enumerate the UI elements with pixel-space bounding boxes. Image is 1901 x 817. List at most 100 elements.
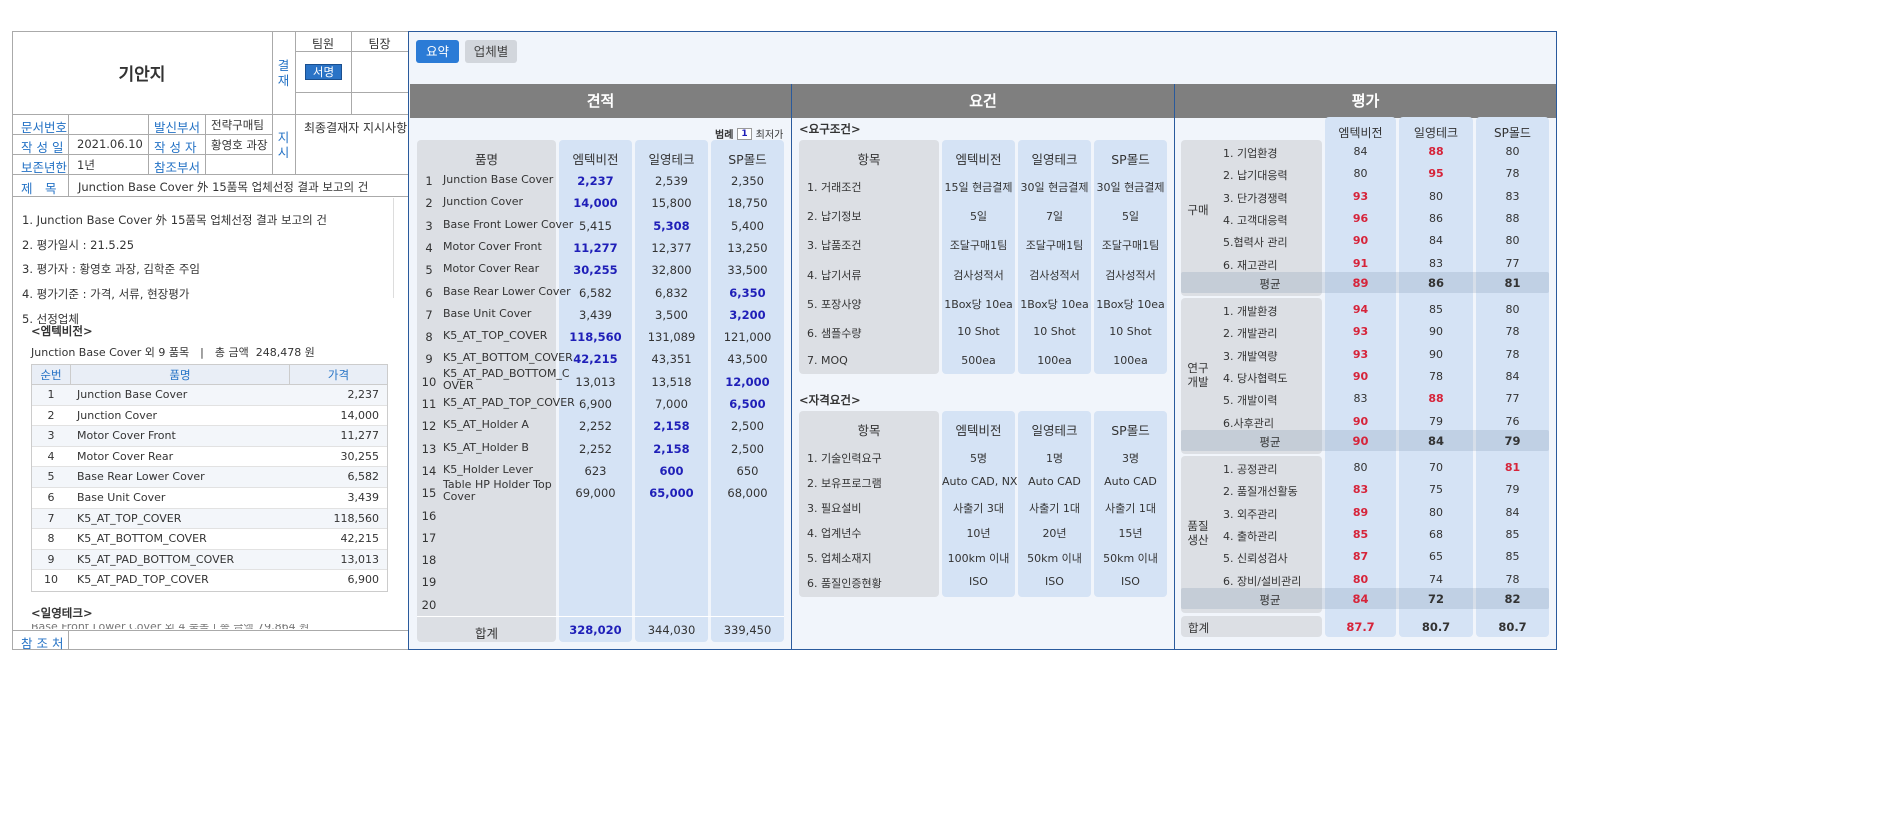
- quote-header-vendor3: SP몰드: [728, 152, 767, 167]
- req-cell: 1. 기술인력요구: [807, 452, 882, 465]
- req-cell: 조달구매1팀: [1101, 239, 1160, 253]
- eval-item-label: 3. 외주관리: [1223, 507, 1278, 521]
- quote-row-item-name: Table HP Holder Top Cover: [443, 478, 552, 504]
- tab-by-vendor[interactable]: 업체별: [465, 40, 517, 63]
- section-divider: [1174, 84, 1175, 649]
- eval-item-label: 5. 개발이력: [1223, 394, 1278, 408]
- body-line: 2. 평가일시 : 21.5.25: [22, 237, 135, 252]
- quote-total-cell: 344,030: [647, 623, 696, 637]
- req-header: 항목: [857, 152, 881, 167]
- eval-score-cell: 81: [1504, 461, 1521, 474]
- document-title: 기안지: [118, 65, 166, 85]
- eval-item-label: 6. 재고관리: [1223, 258, 1278, 272]
- eval-score-cell: 78: [1505, 167, 1520, 181]
- quote-row-item-name: Junction Base Cover: [443, 173, 554, 186]
- eval-avg-cell: 90: [1352, 434, 1369, 448]
- req-cell: 100km 이내: [947, 552, 1010, 565]
- req-cell: 사출기 3대: [953, 502, 1004, 515]
- tab-summary[interactable]: 요약: [416, 40, 459, 63]
- quote-price-cell: 5,308: [653, 218, 690, 233]
- req-cell: ISO: [1045, 575, 1064, 588]
- eval-item-label: 5.협력사 관리: [1223, 236, 1288, 250]
- quote-price-cell: 3,500: [655, 307, 688, 322]
- eval-item-label: 5. 신뢰성검사: [1223, 552, 1288, 566]
- section-evaluation-header: 평가: [1175, 84, 1556, 118]
- quote-price-cell: 2,500: [731, 419, 764, 434]
- eval-score-cell: 90: [1352, 234, 1369, 248]
- quote-row-item-name: Junction Cover: [443, 195, 524, 209]
- vendor-table-row: 3 Motor Cover Front 11,277: [32, 426, 387, 447]
- eval-score-cell: 74: [1429, 572, 1443, 586]
- req-cell: 사출기 1대: [1105, 502, 1156, 515]
- quote-row-number: 17: [421, 530, 437, 545]
- quote-price-cell: 2,500: [731, 441, 764, 456]
- req-header: 일영테크: [1031, 152, 1078, 167]
- quote-price-cell: 6,832: [655, 285, 688, 300]
- eval-item-label: 2. 개발관리: [1223, 327, 1278, 341]
- row-item-name: Base Rear Lower Cover: [77, 470, 205, 484]
- req-header: 엠텍비전: [955, 152, 1002, 167]
- quote-row-number: 15: [421, 486, 437, 501]
- section-quote-header: 견적: [410, 84, 791, 118]
- row-price: 30,255: [340, 449, 380, 463]
- req-cell: 30일 현금결제: [1096, 181, 1165, 194]
- clipped-text: Base Front Lower Cover 외 4 품목 | 총 금액 79,…: [31, 624, 331, 629]
- eval-item-label: 3. 단가경쟁력: [1223, 191, 1288, 205]
- eval-score-cell: 80: [1353, 461, 1368, 474]
- eval-score-cell: 84: [1505, 505, 1520, 519]
- eval-score-cell: 83: [1352, 483, 1369, 497]
- eval-score-cell: 65: [1429, 550, 1443, 564]
- eval-avg-cell: 84: [1352, 592, 1369, 606]
- quote-price-cell: 7,000: [655, 397, 688, 411]
- quote-price-cell: 2,252: [579, 441, 612, 456]
- doc-no-label: 문서번호: [21, 120, 68, 135]
- req-cell: 20년: [1042, 527, 1067, 540]
- req-cell: 검사성적서: [1029, 268, 1080, 282]
- divider: [417, 616, 784, 617]
- quote-price-cell: 18,750: [727, 196, 768, 211]
- eval-item-label: 6. 장비/설비관리: [1223, 574, 1302, 588]
- eval-score-cell: 93: [1352, 325, 1369, 339]
- quote-row-number: 6: [425, 285, 433, 300]
- quote-price-cell: 2,350: [731, 174, 764, 188]
- row-number: 3: [47, 429, 55, 443]
- quote-price-cell: 13,518: [651, 374, 692, 389]
- eval-score-cell: 79: [1429, 414, 1443, 428]
- req-header: 항목: [857, 423, 881, 438]
- body-line: 1. Junction Base Cover 外 15품목 업체선정 결과 보고…: [22, 213, 327, 227]
- eval-score-cell: 78: [1429, 369, 1443, 383]
- row-number: 7: [47, 511, 55, 525]
- row-number: 9: [47, 552, 55, 566]
- quote-price-cell: 14,000: [573, 196, 618, 211]
- sign-button[interactable]: 서명: [305, 64, 342, 80]
- eval-score-cell: 90: [1429, 325, 1443, 339]
- eval-avg-label: 평균: [1259, 277, 1281, 291]
- req-cell: 50km 이내: [1103, 552, 1158, 565]
- quote-row-number: 1: [425, 174, 433, 188]
- quote-price-cell: 600: [659, 463, 684, 478]
- quote-price-cell: 2,237: [577, 174, 614, 188]
- quote-price-cell: 131,089: [647, 330, 696, 345]
- vendor-table-row: 6 Base Unit Cover 3,439: [32, 487, 387, 509]
- quote-price-cell: 2,252: [579, 419, 612, 434]
- eval-avg-cell: 82: [1504, 592, 1521, 606]
- eval-score-cell: 80: [1352, 572, 1369, 586]
- row-price: 14,000: [340, 408, 380, 422]
- document-body[interactable]: 1. Junction Base Cover 外 15품목 업체선정 결과 보고…: [22, 208, 327, 332]
- eval-item-label: 4. 출하관리: [1223, 529, 1278, 543]
- req-cell: 30일 현금결제: [1020, 181, 1089, 194]
- row-item-name: K5_AT_PAD_BOTTOM_COVER: [77, 552, 235, 566]
- quote-price-cell: 6,900: [579, 397, 612, 411]
- quote-price-cell: 5,400: [731, 218, 764, 233]
- quote-price-cell: 13,250: [727, 240, 768, 255]
- eval-item-label: 1. 개발환경: [1223, 305, 1278, 318]
- req-cell: 3. 필요설비: [807, 502, 862, 515]
- eval-group-label: 구매: [1187, 203, 1209, 217]
- row-number: 2: [47, 408, 55, 422]
- quote-price-cell: 650: [736, 463, 759, 478]
- quote-price-cell: 15,800: [651, 196, 692, 211]
- eval-avg-cell: 84: [1427, 434, 1444, 448]
- row-item-name: K5_AT_TOP_COVER: [77, 511, 182, 525]
- req-cell: 조달구매1팀: [1025, 239, 1084, 253]
- req-cell: 6. 품질인증현황: [807, 577, 882, 590]
